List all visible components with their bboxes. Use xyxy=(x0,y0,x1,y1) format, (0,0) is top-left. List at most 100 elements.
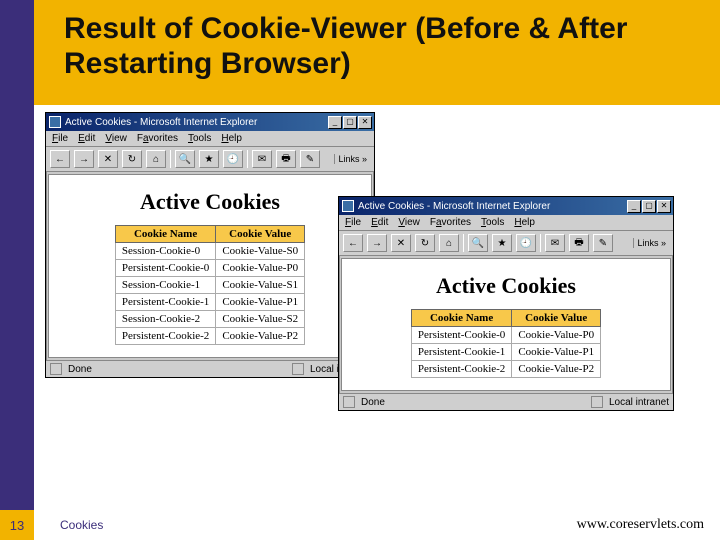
cookie-name-cell: Persistent-Cookie-0 xyxy=(115,260,215,277)
mail-button[interactable]: ✉ xyxy=(545,234,565,252)
favorites-button[interactable]: ★ xyxy=(492,234,512,252)
history-button[interactable]: 🕘 xyxy=(516,234,536,252)
cookie-value-cell: Cookie-Value-P2 xyxy=(512,361,601,378)
page-content: Active Cookies Cookie Name Cookie Value … xyxy=(341,258,671,391)
col-cookie-name: Cookie Name xyxy=(115,226,215,243)
statusbar: Done Local intranet xyxy=(46,360,374,377)
refresh-button[interactable]: ↻ xyxy=(122,150,142,168)
maximize-button[interactable]: ▢ xyxy=(343,116,357,129)
toolbar-separator xyxy=(463,234,464,252)
page-heading: Active Cookies xyxy=(350,273,662,299)
cookie-value-cell: Cookie-Value-P1 xyxy=(512,344,601,361)
toolbar: ← → ✕ ↻ ⌂ 🔍 ★ 🕘 ✉ 🖶 ✎ Links » xyxy=(339,231,673,256)
menu-help[interactable]: Help xyxy=(221,133,242,144)
menu-help[interactable]: Help xyxy=(514,217,535,228)
close-button[interactable]: ✕ xyxy=(657,200,671,213)
table-row: Persistent-Cookie-1Cookie-Value-P1 xyxy=(115,294,304,311)
favorites-button[interactable]: ★ xyxy=(199,150,219,168)
home-button[interactable]: ⌂ xyxy=(439,234,459,252)
table-row: Persistent-Cookie-2Cookie-Value-P2 xyxy=(115,328,304,345)
forward-button[interactable]: → xyxy=(367,234,387,252)
slide-footer: 13 Cookies www.coreservlets.com xyxy=(0,510,720,540)
table-row: Persistent-Cookie-0Cookie-Value-P0 xyxy=(411,327,600,344)
status-text: Done xyxy=(361,397,385,408)
mail-button[interactable]: ✉ xyxy=(252,150,272,168)
col-cookie-value: Cookie Value xyxy=(512,310,601,327)
links-label[interactable]: Links » xyxy=(334,154,370,164)
toolbar-separator xyxy=(540,234,541,252)
zone-icon xyxy=(591,396,603,408)
back-button[interactable]: ← xyxy=(343,234,363,252)
cookie-name-cell: Persistent-Cookie-1 xyxy=(115,294,215,311)
toolbar-separator xyxy=(170,150,171,168)
side-stripe xyxy=(0,0,34,540)
table-row: Persistent-Cookie-2Cookie-Value-P2 xyxy=(411,361,600,378)
cookie-name-cell: Persistent-Cookie-0 xyxy=(411,327,511,344)
page-icon xyxy=(50,363,62,375)
edit-button[interactable]: ✎ xyxy=(593,234,613,252)
links-label[interactable]: Links » xyxy=(633,238,669,248)
page-icon xyxy=(343,396,355,408)
cookie-value-cell: Cookie-Value-S1 xyxy=(216,277,305,294)
menu-edit[interactable]: Edit xyxy=(78,133,95,144)
menu-view[interactable]: View xyxy=(105,133,127,144)
window-title: Active Cookies - Microsoft Internet Expl… xyxy=(358,201,627,212)
titlebar[interactable]: Active Cookies - Microsoft Internet Expl… xyxy=(46,113,374,131)
zone-icon xyxy=(292,363,304,375)
back-button[interactable]: ← xyxy=(50,150,70,168)
browser-window-after: Active Cookies - Microsoft Internet Expl… xyxy=(338,196,674,411)
stop-button[interactable]: ✕ xyxy=(391,234,411,252)
stop-button[interactable]: ✕ xyxy=(98,150,118,168)
forward-button[interactable]: → xyxy=(74,150,94,168)
print-button[interactable]: 🖶 xyxy=(276,150,296,168)
history-button[interactable]: 🕘 xyxy=(223,150,243,168)
table-row: Persistent-Cookie-0Cookie-Value-P0 xyxy=(115,260,304,277)
cookie-name-cell: Persistent-Cookie-2 xyxy=(115,328,215,345)
refresh-button[interactable]: ↻ xyxy=(415,234,435,252)
menu-tools[interactable]: Tools xyxy=(188,133,211,144)
title-banner: Result of Cookie-Viewer (Before & After … xyxy=(34,0,720,105)
table-row: Session-Cookie-0Cookie-Value-S0 xyxy=(115,243,304,260)
print-button[interactable]: 🖶 xyxy=(569,234,589,252)
cookie-value-cell: Cookie-Value-S0 xyxy=(216,243,305,260)
cookies-table: Cookie Name Cookie Value Session-Cookie-… xyxy=(115,225,305,345)
search-button[interactable]: 🔍 xyxy=(175,150,195,168)
page-number: 13 xyxy=(0,510,34,540)
status-text: Done xyxy=(68,364,92,375)
footer-label: Cookies xyxy=(60,518,103,532)
menu-view[interactable]: View xyxy=(398,217,420,228)
minimize-button[interactable]: _ xyxy=(328,116,342,129)
cookie-name-cell: Session-Cookie-2 xyxy=(115,311,215,328)
page-content: Active Cookies Cookie Name Cookie Value … xyxy=(48,174,372,358)
menu-edit[interactable]: Edit xyxy=(371,217,388,228)
menu-file[interactable]: File xyxy=(345,217,361,228)
home-button[interactable]: ⌂ xyxy=(146,150,166,168)
titlebar[interactable]: Active Cookies - Microsoft Internet Expl… xyxy=(339,197,673,215)
col-cookie-value: Cookie Value xyxy=(216,226,305,243)
cookie-value-cell: Cookie-Value-P0 xyxy=(512,327,601,344)
maximize-button[interactable]: ▢ xyxy=(642,200,656,213)
statusbar: Done Local intranet xyxy=(339,393,673,410)
footer-url: www.coreservlets.com xyxy=(577,517,704,533)
cookie-value-cell: Cookie-Value-P2 xyxy=(216,328,305,345)
menu-tools[interactable]: Tools xyxy=(481,217,504,228)
ie-icon xyxy=(49,116,61,128)
status-zone: Local intranet xyxy=(609,397,669,408)
table-row: Session-Cookie-2Cookie-Value-S2 xyxy=(115,311,304,328)
edit-button[interactable]: ✎ xyxy=(300,150,320,168)
col-cookie-name: Cookie Name xyxy=(411,310,511,327)
cookie-name-cell: Persistent-Cookie-2 xyxy=(411,361,511,378)
menu-favorites[interactable]: Favorites xyxy=(430,217,471,228)
menubar: File Edit View Favorites Tools Help xyxy=(46,131,374,147)
page-heading: Active Cookies xyxy=(57,189,363,215)
close-button[interactable]: ✕ xyxy=(358,116,372,129)
slide-title: Result of Cookie-Viewer (Before & After … xyxy=(64,12,698,81)
toolbar-separator xyxy=(247,150,248,168)
search-button[interactable]: 🔍 xyxy=(468,234,488,252)
minimize-button[interactable]: _ xyxy=(627,200,641,213)
menu-file[interactable]: File xyxy=(52,133,68,144)
cookie-name-cell: Session-Cookie-0 xyxy=(115,243,215,260)
menu-favorites[interactable]: Favorites xyxy=(137,133,178,144)
ie-icon xyxy=(342,200,354,212)
cookie-value-cell: Cookie-Value-P1 xyxy=(216,294,305,311)
